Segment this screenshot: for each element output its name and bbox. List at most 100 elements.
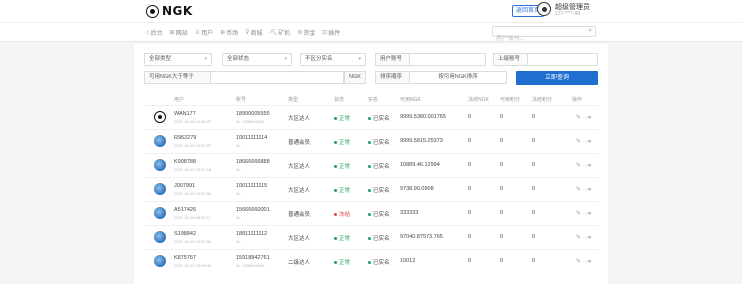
user-name[interactable]: A517426 — [174, 207, 196, 213]
nav-item[interactable]: ⊕ 币场 — [220, 28, 238, 37]
status-badge: 冻结 — [334, 210, 350, 218]
column-header: 用户 — [174, 97, 185, 103]
available-points: 0 — [500, 186, 504, 192]
cart-icon: ⊽ — [245, 30, 250, 36]
frozen-ngk: 0 — [468, 162, 472, 168]
login-icon[interactable]: ⇥ — [586, 234, 591, 241]
verify-select[interactable]: 不区分实名 ▾ — [300, 53, 366, 66]
user-name[interactable]: R962279 — [174, 135, 196, 141]
user-account: 18900005555 — [236, 111, 270, 117]
available-ngk: 9999.5380.001765 — [400, 114, 446, 120]
status-dot-icon — [334, 189, 337, 193]
nav-item[interactable]: ⌂ 后台 — [146, 28, 163, 38]
nav-item[interactable]: ♙ 用户 — [195, 28, 213, 37]
pickaxe-icon: ⛏ — [269, 30, 278, 36]
user-account: 18666666888 — [236, 159, 270, 165]
available-points: 0 — [500, 162, 504, 168]
available-ngk: 10889.46.12994 — [400, 162, 440, 168]
parent-input[interactable] — [527, 53, 598, 66]
user-type: 普通会员 — [288, 212, 311, 218]
available-ngk: 10012 — [400, 258, 416, 264]
status-dot-icon — [334, 117, 337, 121]
ngk-unit-label: NGK — [344, 71, 366, 84]
available-points: 0 — [500, 138, 504, 144]
user-name[interactable]: S198842 — [174, 231, 196, 237]
user-avatar-icon[interactable] — [537, 2, 551, 16]
nav-bar: ⌂后台 ⊞网站 ♙用户 ⊕币场 ⊽商城 ⛏矿机 ⊜资金 ⊡插件 ⌕ — [0, 22, 742, 44]
edit-icon[interactable]: ✎ — [576, 234, 581, 241]
available-points: 0 — [500, 114, 504, 120]
globe-avatar-icon — [154, 231, 166, 243]
user-id: ID: — [236, 191, 242, 196]
row-actions: ✎ ⇥ — [576, 162, 591, 169]
ngk-threshold-input[interactable] — [210, 71, 344, 84]
nav-search: ⌕ — [492, 26, 596, 44]
status-select[interactable]: 全部状态 ▾ — [222, 53, 292, 66]
edit-icon[interactable]: ✎ — [576, 138, 581, 145]
table-row: K908788 2021-04-24 20:27:10 18666666888 ID:… — [144, 153, 598, 176]
globe-icon: ⊕ — [220, 30, 226, 36]
column-header: 操作 — [572, 97, 583, 103]
user-date: 2021-04-24 20:27:10 — [174, 167, 212, 172]
user-id: ID: 1008600001 — [236, 119, 265, 124]
login-icon[interactable]: ⇥ — [586, 186, 591, 193]
login-icon[interactable]: ⇥ — [586, 258, 591, 265]
user-id: ID: 1008600006 — [236, 263, 265, 268]
search-submit-button[interactable]: 立即查询 — [516, 71, 598, 85]
edit-icon[interactable]: ✎ — [576, 258, 581, 265]
sort-select[interactable]: 按可用NGK排序 — [409, 71, 507, 84]
user-phone: 177-****-98 — [555, 11, 581, 17]
nav-item[interactable]: ⊞ 网站 — [170, 28, 188, 37]
user-name[interactable]: J007991 — [174, 183, 195, 189]
nav-item[interactable]: ⊜ 资金 — [297, 28, 315, 37]
login-icon[interactable]: ⇥ — [586, 162, 591, 169]
search-input[interactable] — [493, 34, 584, 44]
table-row: A517426 2021-10-15 08:30:17 15666660001 ID:… — [144, 201, 598, 224]
verified-badge: 已实名 — [368, 138, 390, 146]
column-header: 类型 — [288, 97, 299, 103]
frozen-points: 0 — [532, 138, 536, 144]
login-icon[interactable]: ⇥ — [586, 114, 591, 121]
edit-icon[interactable]: ✎ — [576, 114, 581, 121]
table-row: J007991 2021-04-25 16:00:55 10011111115 ID:… — [144, 177, 598, 200]
user-type: 普通会员 — [288, 140, 311, 146]
user-name[interactable]: WAN177 — [174, 111, 196, 117]
login-icon[interactable]: ⇥ — [586, 210, 591, 217]
verified-badge: 已实名 — [368, 114, 390, 122]
account-input[interactable] — [409, 53, 486, 66]
status-text: 正常 — [339, 188, 351, 194]
frozen-ngk: 0 — [468, 114, 472, 120]
nav-item[interactable]: ⊡ 插件 — [322, 28, 340, 37]
logo[interactable]: NGK — [146, 4, 193, 18]
status-text: 正常 — [339, 140, 351, 146]
status-text: 正常 — [339, 116, 351, 122]
type-select-value: 全部类型 — [149, 56, 172, 62]
user-name[interactable]: K875767 — [174, 255, 196, 261]
nav-item-label: 商城 — [250, 31, 263, 37]
search-icon[interactable]: ⌕ — [588, 27, 592, 35]
nav-item-label: 币场 — [226, 31, 239, 37]
frozen-ngk: 0 — [468, 234, 472, 240]
nav-item-label: 用户 — [201, 31, 214, 37]
main-nav: ⌂ 后台 ⊞ 网站 ♙ 用户 ⊕ 币场 ⊽ 商城 ⛏ 矿机 ⊜ 资金 ⊡ 插件 — [146, 28, 340, 38]
verified-dot-icon — [368, 237, 371, 241]
nav-item[interactable]: ⊽ 商城 — [245, 28, 262, 37]
plugin-icon: ⊡ — [322, 30, 328, 36]
edit-icon[interactable]: ✎ — [576, 210, 581, 217]
globe-avatar-icon — [154, 159, 166, 171]
verified-text: 已实名 — [373, 236, 390, 242]
edit-icon[interactable]: ✎ — [576, 162, 581, 169]
user-id: ID: — [236, 143, 242, 148]
login-icon[interactable]: ⇥ — [586, 138, 591, 145]
edit-icon[interactable]: ✎ — [576, 186, 581, 193]
nav-item[interactable]: ⛏ 矿机 — [270, 28, 291, 37]
chevron-down-icon: ▾ — [284, 56, 287, 62]
nav-item-label: 资金 — [303, 31, 316, 37]
wallet-icon: ⊜ — [297, 30, 303, 36]
user-name[interactable]: K908788 — [174, 159, 196, 165]
available-points: 0 — [500, 258, 504, 264]
user-date: 2021-10-06 10:34:07 — [174, 119, 212, 124]
user-avatar-icon — [154, 111, 166, 123]
type-select[interactable]: 全部类型 ▾ — [144, 53, 212, 66]
frozen-ngk: 0 — [468, 258, 472, 264]
